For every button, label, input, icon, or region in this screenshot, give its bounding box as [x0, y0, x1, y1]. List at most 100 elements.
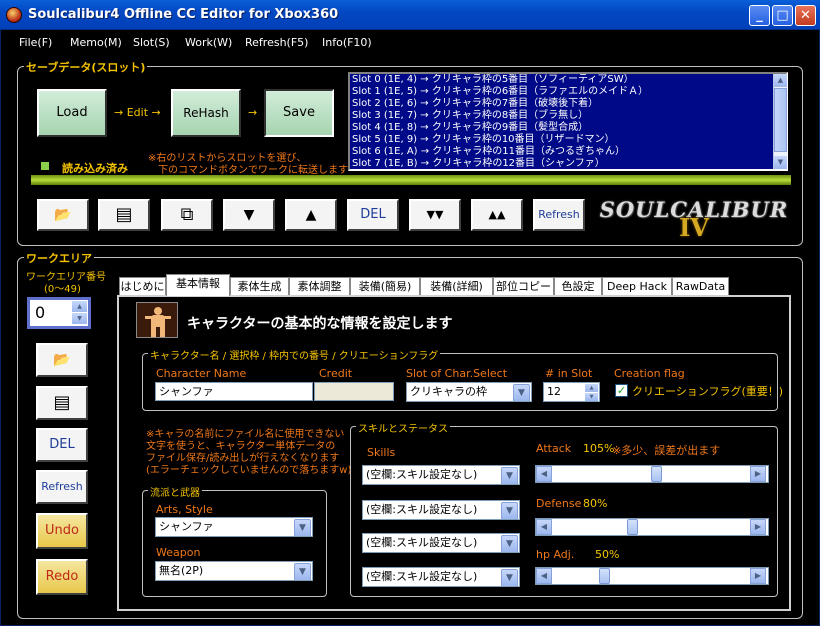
slot-list-item[interactable]: Slot 6 (1E, A) → クリキャラ枠の11番目（みつるぎちゃん）: [350, 146, 786, 158]
tab-raw-data[interactable]: RawData: [672, 277, 729, 295]
hp-adj-label: hp Adj.: [536, 548, 575, 561]
slot-list-item[interactable]: Slot 3 (1E, 7) → クリキャラ枠の8番目（ブラ無し）: [350, 110, 786, 122]
work-page-button[interactable]: ▤: [36, 386, 88, 420]
tab-body-generate[interactable]: 素体生成: [230, 277, 289, 295]
chevron-down-icon[interactable]: ▼: [501, 467, 518, 484]
skill-combo-2[interactable]: (空欄:スキル設定なし) ▼: [362, 500, 520, 520]
defense-slider[interactable]: ◀ ▶: [535, 518, 769, 536]
rehash-button[interactable]: ReHash: [171, 89, 241, 137]
slider-thumb[interactable]: [598, 568, 610, 584]
slider-right-icon[interactable]: ▶: [750, 568, 766, 584]
minimize-button[interactable]: _: [749, 5, 770, 26]
page-button[interactable]: ▤: [98, 199, 150, 231]
double-arrow-up-icon: ▲▲: [488, 208, 506, 221]
work-area-number-value: 0: [35, 303, 46, 322]
slot-list-item[interactable]: Slot 4 (1E, 8) → クリキャラ枠の9番目（髪型合成）: [350, 122, 786, 134]
slot-list-item[interactable]: Slot 5 (1E, 9) → クリキャラ枠の10番目（リザードマン）: [350, 134, 786, 146]
folder-icon: 📂: [53, 352, 71, 368]
slider-thumb[interactable]: [651, 466, 663, 482]
scroll-up-icon[interactable]: ▲: [774, 74, 787, 87]
edit-arrow-label: → Edit →: [114, 106, 161, 119]
work-area-number-input[interactable]: 0 ▲ ▼: [27, 297, 91, 329]
logo-numeral: IV: [679, 213, 709, 242]
delete-slot-button[interactable]: DEL: [347, 199, 399, 231]
work-open-button[interactable]: 📂: [36, 343, 88, 377]
slot-list-item[interactable]: Slot 0 (1E, 4) → クリキャラ枠の5番目（ソフィーティアSW）: [350, 74, 786, 86]
spin-down-icon[interactable]: ▼: [585, 393, 598, 401]
open-folder-button[interactable]: 📂: [37, 199, 89, 231]
tab-deep-hack[interactable]: Deep Hack: [602, 277, 672, 295]
copy-button[interactable]: ⧉: [161, 199, 213, 231]
refresh-slots-button[interactable]: Refresh: [533, 199, 585, 231]
attack-slider[interactable]: ◀ ▶: [535, 465, 769, 483]
slot-number-input[interactable]: 12 ▲ ▼: [543, 382, 600, 402]
save-data-group-label: セーブデータ(スロット): [24, 59, 148, 75]
load-button[interactable]: Load: [37, 89, 107, 137]
save-button[interactable]: Save: [264, 89, 334, 137]
arts-style-combo[interactable]: シャンファ ▼: [155, 517, 313, 537]
app-icon[interactable]: [6, 7, 22, 23]
chevron-down-icon[interactable]: ▼: [513, 384, 530, 401]
slider-right-icon[interactable]: ▶: [750, 519, 766, 535]
spin-down-icon[interactable]: ▼: [72, 313, 87, 324]
credit-input[interactable]: [314, 382, 394, 401]
menu-info[interactable]: Info(F10): [322, 36, 372, 49]
tab-equip-simple[interactable]: 装備(簡易): [350, 277, 420, 295]
hp-adj-slider[interactable]: ◀ ▶: [535, 567, 769, 585]
save-arrow-label: →: [248, 106, 258, 119]
tab-equip-detail[interactable]: 装備(詳細): [420, 277, 493, 295]
tab-intro[interactable]: はじめに: [119, 277, 166, 295]
tab-basic-info[interactable]: 基本情報: [166, 274, 230, 296]
move-down-button[interactable]: ▼: [223, 199, 275, 231]
slot-list[interactable]: Slot 0 (1E, 4) → クリキャラ枠の5番目（ソフィーティアSW） Sl…: [348, 72, 788, 171]
menu-slot[interactable]: Slot(S): [133, 36, 170, 49]
slot-select-combo[interactable]: クリキャラの枠 ▼: [406, 382, 532, 402]
maximize-button[interactable]: □: [772, 5, 793, 26]
move-top-button[interactable]: ▲▲: [471, 199, 523, 231]
spin-up-icon[interactable]: ▲: [585, 384, 598, 392]
slider-right-icon[interactable]: ▶: [750, 466, 766, 482]
move-up-button[interactable]: ▲: [285, 199, 337, 231]
tab-body-adjust[interactable]: 素体調整: [289, 277, 350, 295]
scroll-down-icon[interactable]: ▼: [774, 156, 787, 169]
close-button[interactable]: ✕: [795, 5, 816, 26]
slider-left-icon[interactable]: ◀: [536, 466, 552, 482]
slot-list-scrollbar[interactable]: ▲ ▼: [773, 74, 787, 169]
redo-button[interactable]: Redo: [36, 559, 88, 595]
skill-combo-4[interactable]: (空欄:スキル設定なし) ▼: [362, 567, 520, 587]
tab-color[interactable]: 色設定: [554, 277, 602, 295]
skill-value: (空欄:スキル設定なし): [366, 503, 478, 516]
chevron-down-icon[interactable]: ▼: [294, 563, 311, 580]
creation-flag-checkbox[interactable]: ✓: [615, 384, 628, 397]
chevron-down-icon[interactable]: ▼: [501, 502, 518, 519]
slot-list-item[interactable]: Slot 1 (1E, 5) → クリキャラ枠の6番目（ラファエルのメイドＡ）: [350, 86, 786, 98]
skill-value: (空欄:スキル設定なし): [366, 536, 478, 549]
page-icon: ▤: [53, 392, 71, 413]
slot-list-item[interactable]: Slot 2 (1E, 6) → クリキャラ枠の7番目（破壊後下着）: [350, 98, 786, 110]
work-refresh-button[interactable]: Refresh: [36, 470, 88, 504]
slot-list-item[interactable]: Slot 7 (1E, B) → クリキャラ枠の12番目（シャンファ）: [350, 158, 786, 169]
character-name-input[interactable]: シャンファ: [155, 382, 313, 401]
slider-thumb[interactable]: [627, 519, 639, 535]
undo-button[interactable]: Undo: [36, 513, 88, 549]
skill-combo-3[interactable]: (空欄:スキル設定なし) ▼: [362, 533, 520, 553]
chevron-down-icon[interactable]: ▼: [501, 569, 518, 586]
skill-combo-1[interactable]: (空欄:スキル設定なし) ▼: [362, 465, 520, 485]
move-bottom-button[interactable]: ▼▼: [409, 199, 461, 231]
work-delete-button[interactable]: DEL: [36, 428, 88, 462]
slider-left-icon[interactable]: ◀: [536, 568, 552, 584]
page-icon: ▤: [115, 204, 133, 225]
menu-memo[interactable]: Memo(M): [70, 36, 122, 49]
chevron-down-icon[interactable]: ▼: [501, 535, 518, 552]
menu-work[interactable]: Work(W): [185, 36, 232, 49]
skill-value: (空欄:スキル設定なし): [366, 468, 478, 481]
scroll-thumb[interactable]: [774, 88, 787, 152]
spin-up-icon[interactable]: ▲: [72, 301, 87, 312]
menu-file[interactable]: File(F): [19, 36, 52, 49]
menu-refresh[interactable]: Refresh(F5): [245, 36, 308, 49]
weapon-combo[interactable]: 無名(2P) ▼: [155, 561, 313, 581]
slider-left-icon[interactable]: ◀: [536, 519, 552, 535]
creation-flag-text[interactable]: クリエーションフラグ(重要！): [632, 383, 783, 399]
tab-part-copy[interactable]: 部位コピー: [493, 277, 554, 295]
chevron-down-icon[interactable]: ▼: [294, 519, 311, 536]
